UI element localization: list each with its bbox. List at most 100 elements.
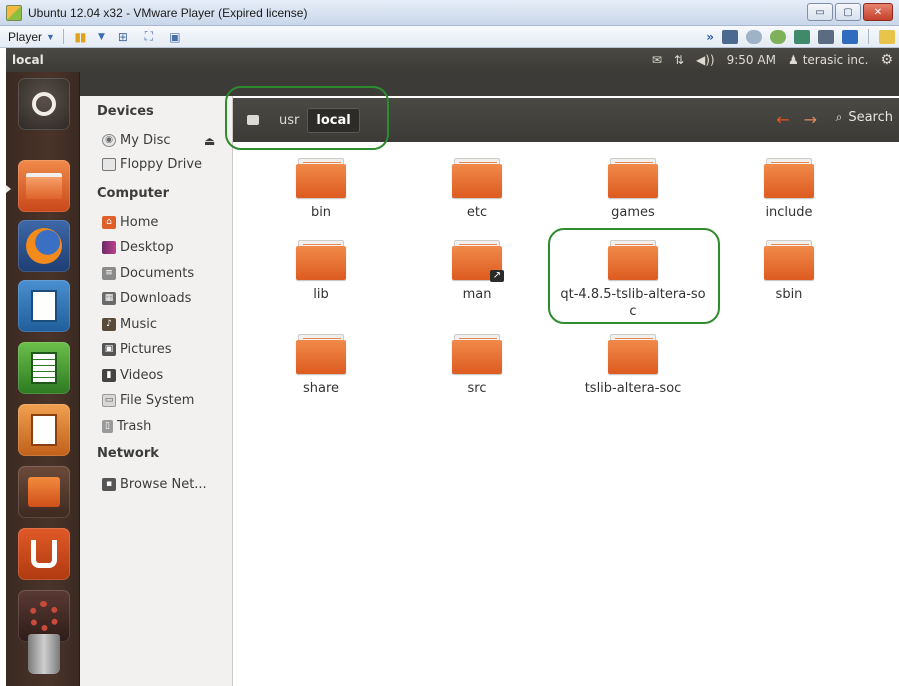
writer-launcher-button[interactable] <box>18 280 70 332</box>
player-menu[interactable]: Player ▼ <box>8 30 55 44</box>
places-sidebar: Devices ◉ My Disc ⏏ Floppy Drive Compute… <box>80 96 233 686</box>
close-button[interactable]: ✕ <box>863 3 893 21</box>
firefox-launcher-button[interactable] <box>18 220 70 272</box>
search-icon: ⌕ <box>835 110 843 124</box>
folder-icon <box>296 334 346 374</box>
folder-item[interactable]: sbin <box>711 230 867 326</box>
message-log-icon[interactable] <box>879 29 895 44</box>
sidebar-item-label: Downloads <box>120 290 192 306</box>
window-title: Ubuntu 12.04 x32 - VMware Player (Expire… <box>28 5 308 20</box>
sidebar-item-browse-network[interactable]: ▪ Browse Net... <box>102 474 207 494</box>
printer-icon[interactable] <box>818 29 834 44</box>
mail-icon[interactable]: ✉ <box>652 53 662 67</box>
session-gear-icon[interactable]: ⚙ <box>880 52 893 68</box>
sidebar-item-label: Videos <box>120 367 164 383</box>
trash-launcher-button[interactable] <box>18 628 70 680</box>
folder-icon <box>452 158 502 198</box>
folder-label: src <box>467 381 487 396</box>
sidebar-item-label: Trash <box>117 418 152 434</box>
hard-drive-icon: ▭ <box>102 393 116 407</box>
sidebar-item-my-disc[interactable]: ◉ My Disc <box>102 130 171 150</box>
spreadsheet-icon <box>31 352 57 384</box>
folder-body <box>296 246 346 280</box>
document-icon <box>31 290 57 322</box>
volume-icon[interactable]: ◀)) <box>696 53 715 67</box>
folder-item[interactable]: qt-4.8.5-tslib-altera-soc <box>555 230 711 326</box>
sidebar-item-home[interactable]: ⌂ Home <box>102 212 158 232</box>
folder-label: etc <box>466 205 488 220</box>
vmware-toolbar: Player ▼ ▮▮ ▼ ⊞ ⛶ ▣ » <box>0 26 899 48</box>
pictures-icon: ▣ <box>102 342 116 356</box>
network-icon: ▪ <box>102 477 116 491</box>
sidebar-item-trash[interactable]: ▯ Trash <box>102 416 151 436</box>
folder-body <box>608 340 658 374</box>
sidebar-item-pictures[interactable]: ▣ Pictures <box>102 339 171 359</box>
sidebar-item-label: Browse Net... <box>120 476 207 492</box>
folder-icon <box>296 240 346 280</box>
cd-icon: ◉ <box>102 133 116 147</box>
sidebar-item-downloads[interactable]: ▦ Downloads <box>102 288 191 308</box>
breadcrumb-usr[interactable]: usr <box>271 109 307 132</box>
eject-icon[interactable]: ⏏ <box>204 134 215 148</box>
network-adapter-icon[interactable] <box>794 29 810 44</box>
cd-drive-2-icon[interactable] <box>770 29 786 44</box>
folder-label: lib <box>313 287 329 302</box>
breadcrumb-local[interactable]: local <box>307 107 360 133</box>
dash-home-button[interactable] <box>18 78 70 130</box>
forward-arrow-icon[interactable]: → <box>804 110 817 129</box>
videos-icon: ▮ <box>102 368 116 382</box>
sidebar-item-label: File System <box>120 392 195 408</box>
firefox-icon <box>26 228 62 264</box>
launcher-active-indicator <box>6 185 11 193</box>
folder-icon <box>764 158 814 198</box>
sidebar-item-desktop[interactable]: Desktop <box>102 237 174 257</box>
impress-launcher-button[interactable] <box>18 404 70 456</box>
folder-icon <box>608 240 658 280</box>
user-menu[interactable]: ♟ terasic inc. <box>788 53 869 67</box>
folder-body <box>452 164 502 198</box>
hard-disk-icon[interactable] <box>722 29 738 44</box>
folder-item[interactable]: lib <box>243 230 399 326</box>
folder-item[interactable]: src <box>399 324 555 420</box>
folder-icon <box>452 334 502 374</box>
vmware-app-icon <box>6 4 22 21</box>
sidebar-item-music[interactable]: ♪ Music <box>102 314 157 334</box>
search-button[interactable]: ⌕ Search <box>836 110 893 125</box>
ubuntu-logo-icon <box>32 92 56 116</box>
maximize-button[interactable]: ▢ <box>835 3 861 21</box>
folder-item[interactable]: share <box>243 324 399 420</box>
pause-dropdown-icon[interactable]: ▼ <box>98 32 105 42</box>
files-launcher-button[interactable] <box>18 160 70 212</box>
more-devices-button[interactable]: » <box>706 30 714 44</box>
desktop-icon <box>102 240 116 254</box>
sidebar-item-file-system[interactable]: ▭ File System <box>102 390 194 410</box>
clock[interactable]: 9:50 AM <box>727 53 776 67</box>
pause-icon[interactable]: ▮▮ <box>72 30 88 44</box>
cd-drive-icon[interactable] <box>746 29 762 44</box>
unity-mode-icon[interactable]: ▣ <box>167 30 183 44</box>
folder-icon <box>608 158 658 198</box>
player-menu-label: Player <box>8 29 43 44</box>
file-view: bin etc games include lib ↗ man qt-4.8.5-tslib-… <box>233 142 899 686</box>
software-center-launcher-button[interactable] <box>18 466 70 518</box>
back-arrow-icon[interactable]: ← <box>776 110 789 129</box>
floppy-icon <box>102 157 116 171</box>
folder-item[interactable]: tslib-altera-soc <box>555 324 711 420</box>
sound-card-icon[interactable] <box>842 29 858 44</box>
sidebar-item-documents[interactable]: ≡ Documents <box>102 263 194 283</box>
home-icon: ⌂ <box>102 215 116 229</box>
sidebar-item-videos[interactable]: ▮ Videos <box>102 365 163 385</box>
fullscreen-icon[interactable]: ⛶ <box>141 29 157 44</box>
calc-launcher-button[interactable] <box>18 342 70 394</box>
toolbar-separator <box>62 29 64 44</box>
file-system-root-icon[interactable] <box>247 115 259 125</box>
minimize-button[interactable]: ▭ <box>807 3 833 21</box>
folder-item[interactable]: ↗ man <box>399 230 555 326</box>
sidebar-item-floppy-drive[interactable]: Floppy Drive <box>102 154 202 174</box>
documents-icon: ≡ <box>102 266 116 280</box>
sidebar-item-label: Home <box>120 214 159 230</box>
send-ctrl-alt-del-icon[interactable]: ⊞ <box>115 30 131 44</box>
ubuntu-one-launcher-button[interactable] <box>18 528 70 580</box>
ubuntu-top-panel: local ✉ ⇅ ◀)) 9:50 AM ♟ terasic inc. ⚙ <box>6 48 899 72</box>
network-icon[interactable]: ⇅ <box>674 53 684 67</box>
